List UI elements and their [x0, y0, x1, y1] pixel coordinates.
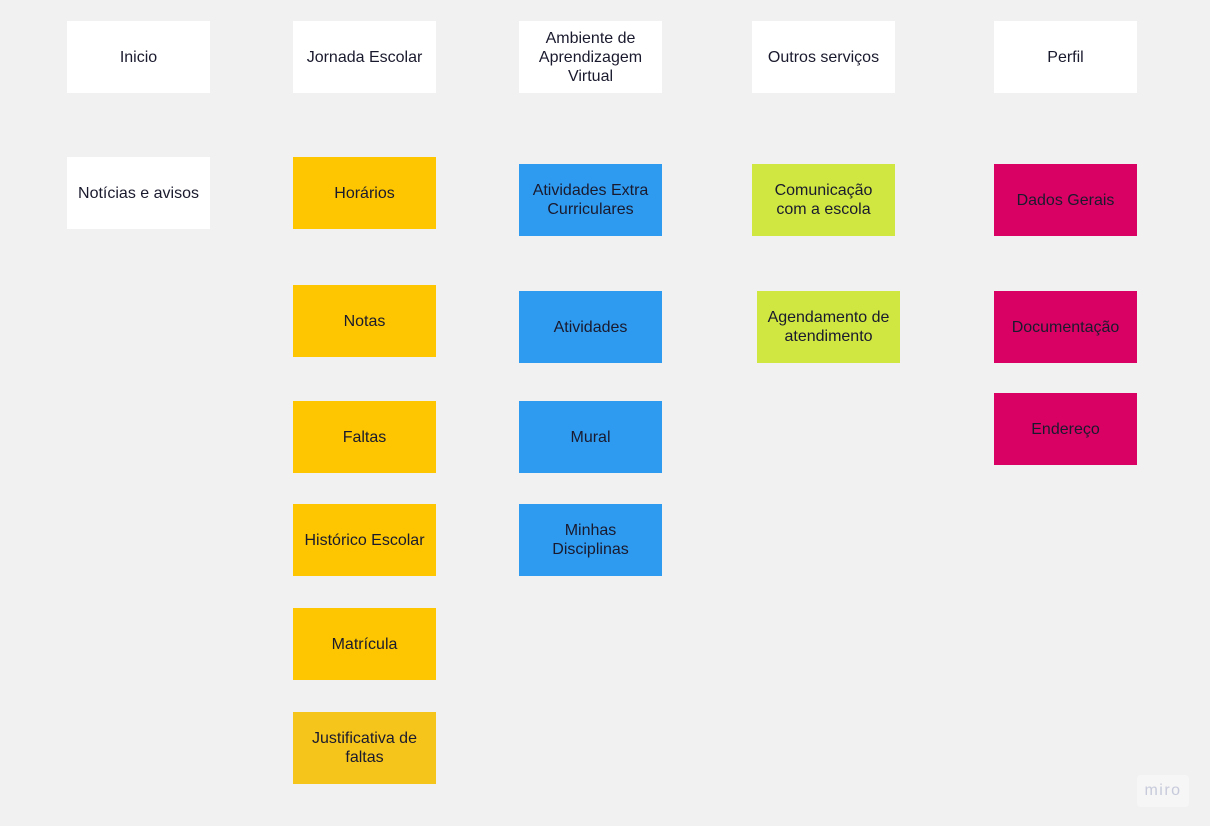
- sticky-note-noticias[interactable]: Notícias e avisos: [67, 157, 210, 229]
- sticky-note-faltas[interactable]: Faltas: [293, 401, 436, 473]
- sticky-header-perfil[interactable]: Perfil: [994, 21, 1137, 93]
- sticky-note-horarios[interactable]: Horários: [293, 157, 436, 229]
- sticky-label: Mural: [570, 428, 611, 446]
- sticky-label: Inicio: [119, 48, 158, 66]
- sticky-header-ambiente-virtual[interactable]: Ambiente de Aprendizagem Virtual: [519, 21, 662, 93]
- sticky-label: Notas: [343, 312, 386, 330]
- sticky-label: Dados Gerais: [1016, 191, 1115, 209]
- sticky-label: Histórico Escolar: [304, 531, 425, 549]
- sticky-note-minhas-disciplinas[interactable]: Minhas Disciplinas: [519, 504, 662, 576]
- sticky-label: Perfil: [1047, 48, 1084, 66]
- sticky-label: Comunicação com a escola: [774, 182, 873, 218]
- sticky-label: Endereço: [1031, 420, 1100, 438]
- sticky-label: Justificativa de faltas: [312, 730, 417, 766]
- sticky-note-historico-escolar[interactable]: Histórico Escolar: [293, 504, 436, 576]
- sticky-label: Horários: [334, 184, 395, 202]
- sticky-label: Notícias e avisos: [78, 184, 199, 202]
- sticky-note-documentacao[interactable]: Documentação: [994, 291, 1137, 363]
- sticky-label: Agendamento de atendimento: [767, 309, 890, 345]
- sticky-header-jornada-escolar[interactable]: Jornada Escolar: [293, 21, 436, 93]
- sticky-note-atividades[interactable]: Atividades: [519, 291, 662, 363]
- sticky-note-comunicacao-escola[interactable]: Comunicação com a escola: [752, 164, 895, 236]
- sticky-label: Minhas Disciplinas: [552, 522, 629, 558]
- sticky-note-matricula[interactable]: Matrícula: [293, 608, 436, 680]
- sticky-label: Atividades Extra Curriculares: [532, 182, 649, 218]
- sticky-label: Atividades: [553, 318, 628, 336]
- sticky-label: Matrícula: [331, 635, 398, 653]
- sticky-header-inicio[interactable]: Inicio: [67, 21, 210, 93]
- miro-logo: miro: [1137, 775, 1189, 807]
- sticky-label: Ambiente de Aprendizagem Virtual: [538, 29, 643, 85]
- sticky-note-justificativa-faltas[interactable]: Justificativa de faltas: [293, 712, 436, 784]
- sticky-note-endereco[interactable]: Endereço: [994, 393, 1137, 465]
- sticky-note-notas[interactable]: Notas: [293, 285, 436, 357]
- sticky-note-atividades-extra[interactable]: Atividades Extra Curriculares: [519, 164, 662, 236]
- sticky-note-dados-gerais[interactable]: Dados Gerais: [994, 164, 1137, 236]
- sticky-note-mural[interactable]: Mural: [519, 401, 662, 473]
- sticky-header-outros-servicos[interactable]: Outros serviços: [752, 21, 895, 93]
- sticky-label: Faltas: [342, 428, 387, 446]
- sticky-note-agendamento-atendimento[interactable]: Agendamento de atendimento: [757, 291, 900, 363]
- sticky-label: Jornada Escolar: [306, 48, 423, 66]
- sticky-label: Outros serviços: [767, 48, 880, 66]
- sticky-label: Documentação: [1011, 318, 1120, 336]
